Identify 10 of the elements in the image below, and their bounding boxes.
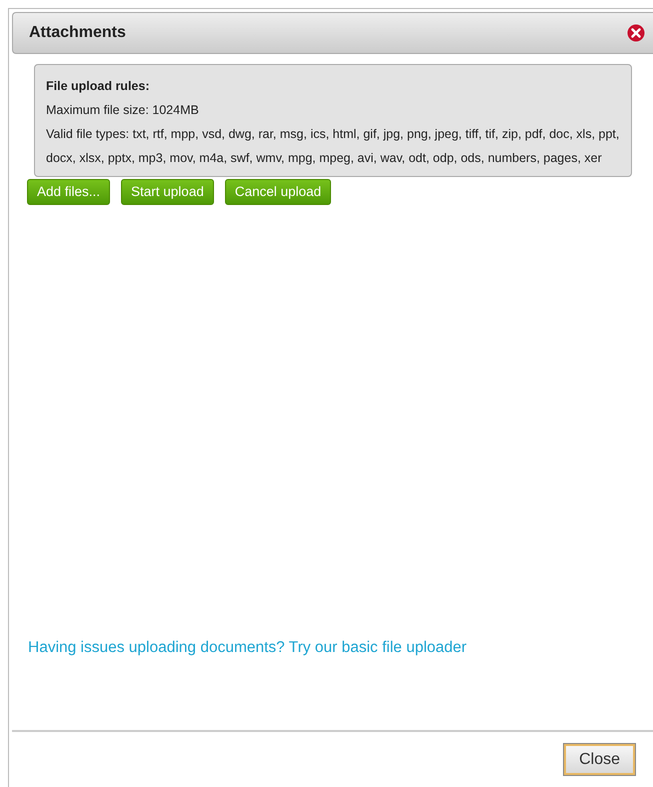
upload-action-button[interactable]: Add files... — [27, 179, 110, 205]
dialog-title: Attachments — [29, 23, 126, 43]
close-icon[interactable] — [627, 24, 645, 42]
close-button[interactable]: Close — [564, 744, 635, 775]
rule-text: Valid file types: txt, rtf, mpp, vsd, dwg, rar, msg, ics, html, gif, jpg, png, jpeg, tiff, tif, zip, pdf, doc, xls, ppt, docx, xlsx, pptx, mp3, mov, m4a, swf, wmv, mpg, mpeg, avi, wav, odt, odp, ods, numbers, pages, xer — [46, 126, 620, 167]
rules-heading: File upload rules: — [46, 78, 150, 95]
upload-action-button[interactable]: Start upload — [121, 179, 214, 205]
upload-action-button[interactable]: Cancel upload — [224, 179, 332, 205]
rule-text: Maximum file size: 1024MB — [46, 102, 200, 119]
basic-uploader-link[interactable]: Having issues uploading documents? Try our basic file uploader — [28, 639, 467, 656]
